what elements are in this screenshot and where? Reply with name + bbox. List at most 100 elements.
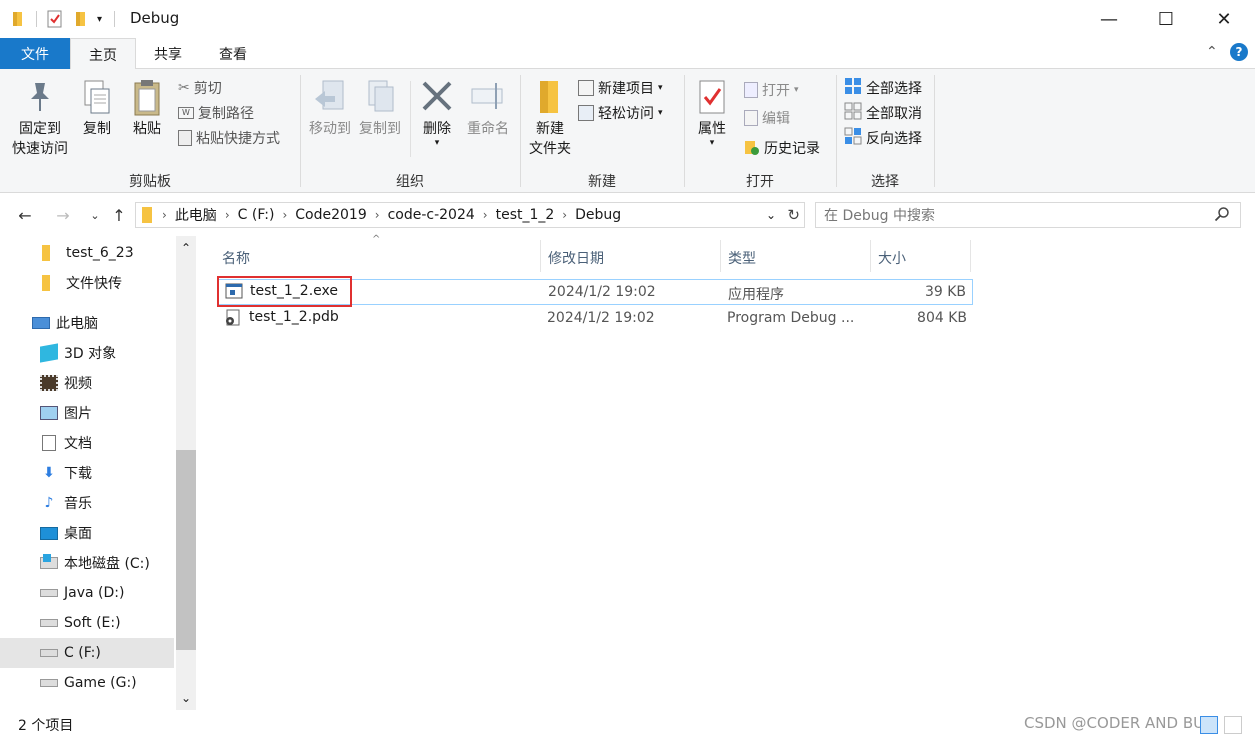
sidebar-item-local-disk-c[interactable]: 本地磁盘 (C:) bbox=[0, 548, 174, 578]
up-arrow-icon[interactable]: ↑ bbox=[108, 204, 130, 226]
chevron-right-icon[interactable]: › bbox=[221, 208, 234, 222]
close-button[interactable]: ✕ bbox=[1195, 0, 1253, 38]
column-divider[interactable] bbox=[870, 240, 871, 272]
breadcrumb-debug[interactable]: Debug bbox=[571, 207, 625, 223]
search-box[interactable]: 在 Debug 中搜索 bbox=[815, 202, 1241, 228]
new-item-button[interactable]: 新建项目 ▾ bbox=[578, 76, 663, 100]
chevron-right-icon[interactable]: › bbox=[371, 208, 384, 222]
rename-button[interactable]: 重命名 bbox=[462, 79, 514, 139]
select-none-button[interactable]: 全部取消 bbox=[844, 101, 922, 125]
sidebar-item-3d-objects[interactable]: 3D 对象 bbox=[0, 338, 174, 368]
sidebar-item-downloads[interactable]: ⬇ 下载 bbox=[0, 458, 174, 488]
tab-share[interactable]: 共享 bbox=[140, 38, 196, 69]
breadcrumb-code-c-2024[interactable]: code-c-2024 bbox=[384, 207, 479, 223]
search-icon[interactable] bbox=[1214, 206, 1230, 226]
open-button[interactable]: 打开 ▾ bbox=[744, 78, 799, 102]
file-name[interactable]: test_1_2.pdb bbox=[249, 309, 339, 325]
pin-label-line2: 快速访问 bbox=[12, 141, 68, 157]
column-header-size[interactable]: 大小 bbox=[878, 244, 906, 272]
paste-label: 粘贴 bbox=[133, 121, 161, 137]
new-folder-button[interactable]: 新建 文件夹 bbox=[524, 79, 576, 159]
cut-button[interactable]: ✂ 剪切 bbox=[178, 76, 222, 100]
select-all-button[interactable]: 全部选择 bbox=[844, 76, 922, 100]
table-row[interactable]: test_1_2.pdb 2024/1/2 19:02 Program Debu… bbox=[218, 306, 973, 332]
properties-dropdown-icon[interactable]: ▾ bbox=[710, 139, 715, 148]
delete-dropdown-icon[interactable]: ▾ bbox=[435, 139, 440, 148]
sidebar-item-videos[interactable]: 视频 bbox=[0, 368, 174, 398]
column-header-name[interactable]: 名称 bbox=[222, 244, 250, 272]
refresh-icon[interactable]: ↻ bbox=[787, 206, 800, 224]
details-view-icon[interactable] bbox=[1200, 716, 1218, 734]
column-divider[interactable] bbox=[970, 240, 971, 272]
scroll-up-icon[interactable]: ⌃ bbox=[176, 238, 196, 258]
recent-locations-chevron-icon[interactable]: ⌄ bbox=[84, 204, 106, 226]
breadcrumb-code2019[interactable]: Code2019 bbox=[291, 207, 370, 223]
chevron-right-icon[interactable]: › bbox=[278, 208, 291, 222]
sidebar-scrollbar-thumb[interactable] bbox=[176, 450, 196, 650]
tab-view[interactable]: 查看 bbox=[204, 38, 262, 69]
easy-access-button[interactable]: 轻松访问 ▾ bbox=[578, 101, 663, 125]
pin-quick-access-button[interactable]: 固定到 快速访问 bbox=[8, 79, 72, 159]
video-icon bbox=[40, 375, 58, 391]
move-to-button[interactable]: 移动到 bbox=[304, 79, 356, 139]
forward-arrow-icon[interactable]: → bbox=[52, 204, 74, 226]
customize-dropdown-icon[interactable]: ▾ bbox=[97, 14, 102, 25]
chevron-right-icon[interactable]: › bbox=[479, 208, 492, 222]
copy-to-button[interactable]: 复制到 bbox=[354, 79, 406, 139]
breadcrumb-test-1-2[interactable]: test_1_2 bbox=[492, 207, 559, 223]
sidebar-item-soft-e[interactable]: Soft (E:) bbox=[0, 608, 174, 638]
new-folder-label-line1: 新建 bbox=[536, 121, 564, 137]
properties-icon[interactable] bbox=[47, 10, 63, 28]
breadcrumb-drive[interactable]: C (F:) bbox=[234, 207, 279, 223]
copy-to-icon bbox=[363, 79, 397, 119]
select-none-label: 全部取消 bbox=[866, 106, 922, 122]
breadcrumb-this-pc[interactable]: 此电脑 bbox=[171, 205, 221, 225]
help-icon[interactable]: ? bbox=[1230, 43, 1248, 61]
sidebar-item-java-d[interactable]: Java (D:) bbox=[0, 578, 174, 608]
sidebar-item-game-g[interactable]: Game (G:) bbox=[0, 668, 174, 698]
tab-file[interactable]: 文件 bbox=[0, 38, 70, 69]
search-input-placeholder[interactable]: 在 Debug 中搜索 bbox=[824, 205, 935, 225]
tab-home[interactable]: 主页 bbox=[70, 38, 136, 70]
copy-icon bbox=[81, 79, 113, 119]
pin-icon bbox=[25, 79, 55, 119]
sidebar-item-test-6-23[interactable]: test_6_23 bbox=[0, 238, 174, 268]
column-header-date[interactable]: 修改日期 bbox=[548, 244, 604, 272]
sidebar-item-desktop[interactable]: 桌面 bbox=[0, 518, 174, 548]
new-folder-icon[interactable] bbox=[75, 11, 89, 27]
folder-icon[interactable] bbox=[12, 11, 26, 27]
chevron-right-icon[interactable]: › bbox=[158, 208, 171, 222]
address-history-chevron-icon[interactable]: ⌄ bbox=[766, 208, 776, 222]
sidebar-item-this-pc[interactable]: 此电脑 bbox=[0, 308, 174, 338]
copy-button[interactable]: 复制 bbox=[76, 79, 118, 139]
item-count: 2 个项目 bbox=[18, 718, 74, 734]
back-arrow-icon[interactable]: ← bbox=[14, 204, 36, 226]
invert-selection-button[interactable]: 反向选择 bbox=[844, 126, 922, 150]
sidebar-item-music[interactable]: ♪ 音乐 bbox=[0, 488, 174, 518]
select-all-label: 全部选择 bbox=[866, 81, 922, 97]
delete-button[interactable]: 删除 ▾ bbox=[416, 79, 458, 148]
minimize-button[interactable]: — bbox=[1080, 0, 1138, 38]
sidebar-item-c-f[interactable]: C (F:) bbox=[0, 638, 174, 668]
pdb-icon bbox=[224, 309, 242, 331]
maximize-button[interactable]: ☐ bbox=[1137, 0, 1195, 38]
column-divider[interactable] bbox=[540, 240, 541, 272]
column-divider[interactable] bbox=[720, 240, 721, 272]
collapse-ribbon-icon[interactable]: ⌃ bbox=[1206, 44, 1218, 60]
paste-shortcut-button[interactable]: 粘贴快捷方式 bbox=[178, 126, 280, 150]
properties-button[interactable]: 属性 ▾ bbox=[690, 79, 734, 148]
column-header-type[interactable]: 类型 bbox=[728, 244, 756, 272]
scroll-down-icon[interactable]: ⌄ bbox=[176, 688, 196, 708]
chevron-right-icon[interactable]: › bbox=[558, 208, 571, 222]
sidebar-item-documents[interactable]: 文档 bbox=[0, 428, 174, 458]
large-icons-view-icon[interactable] bbox=[1224, 716, 1242, 734]
paste-button[interactable]: 粘贴 bbox=[126, 79, 168, 139]
open-label: 打开 bbox=[762, 83, 790, 99]
copy-path-button[interactable]: W 复制路径 bbox=[178, 101, 254, 125]
watermark: CSDN @CODER AND BUG bbox=[1024, 714, 1216, 732]
address-bar[interactable]: › 此电脑 › C (F:) › Code2019 › code-c-2024 … bbox=[135, 202, 805, 228]
sidebar-item-file-transfer[interactable]: 文件快传 bbox=[0, 268, 174, 298]
edit-button[interactable]: 编辑 bbox=[744, 106, 790, 130]
sidebar-item-pictures[interactable]: 图片 bbox=[0, 398, 174, 428]
history-button[interactable]: 历史记录 bbox=[744, 136, 820, 160]
